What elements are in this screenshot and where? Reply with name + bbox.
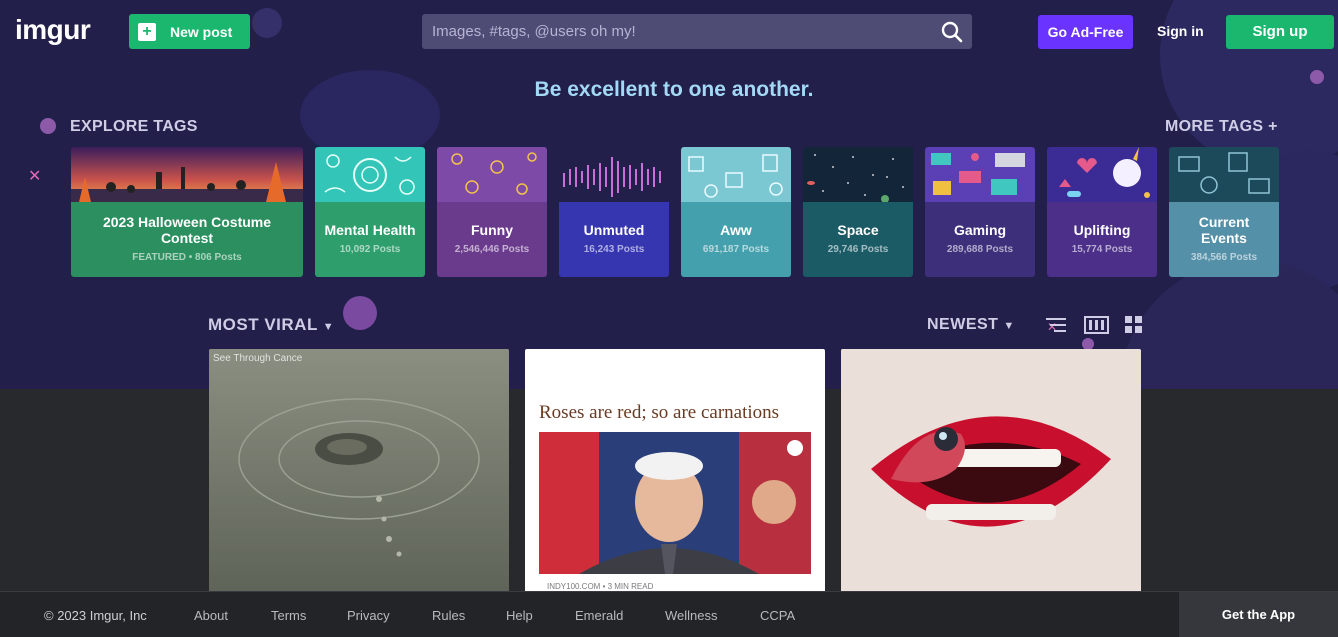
- tag-info: Aww 691,187 Posts: [681, 202, 791, 277]
- tag-card-uplifting[interactable]: Uplifting 15,774 Posts: [1047, 147, 1157, 277]
- tag-posts: 289,688 Posts: [946, 243, 1014, 255]
- source-label: INDY100.COM • 3 MIN READ: [547, 582, 654, 591]
- footer-link-rules[interactable]: Rules: [432, 608, 465, 623]
- search-input[interactable]: [422, 14, 932, 49]
- post-card[interactable]: See Through Cance: [209, 349, 509, 591]
- tag-posts: 384,566 Posts: [1190, 251, 1258, 263]
- search-bar: [422, 14, 972, 49]
- tag-name: Mental Health: [324, 221, 416, 238]
- sort-label: MOST VIRAL: [208, 315, 318, 334]
- tag-card-space[interactable]: Space 29,746 Posts: [803, 147, 913, 277]
- footer-link-about[interactable]: About: [194, 608, 228, 623]
- tagline: Be excellent to one another.: [534, 78, 814, 101]
- meme-caption: Roses are red; so are carnations: [539, 402, 780, 423]
- copyright: © 2023 Imgur, Inc: [44, 608, 147, 623]
- tag-art-halloween: [71, 147, 303, 202]
- get-the-app-button[interactable]: Get the App: [1179, 592, 1338, 637]
- explore-tags-heading: EXPLORE TAGS: [70, 118, 198, 135]
- footer-link-wellness[interactable]: Wellness: [665, 608, 718, 623]
- imgur-logo[interactable]: imgur: [15, 14, 91, 46]
- tag-info: Current Events 384,566 Posts: [1169, 202, 1279, 277]
- sort-options-icon[interactable]: [1045, 315, 1067, 335]
- watermark: See Through Cance: [213, 353, 303, 364]
- tag-art-unmuted: [559, 147, 669, 202]
- chevron-down-icon: ▼: [322, 321, 335, 333]
- footer-link-privacy[interactable]: Privacy: [347, 608, 390, 623]
- tag-card-current-events[interactable]: Current Events 384,566 Posts: [1169, 147, 1279, 277]
- tag-info: Unmuted 16,243 Posts: [559, 202, 669, 277]
- tag-art-current-events: [1169, 147, 1279, 202]
- footer-link-help[interactable]: Help: [506, 608, 533, 623]
- new-post-label: New post: [170, 23, 233, 40]
- footer: © 2023 Imgur, Inc About Terms Privacy Ru…: [0, 591, 1338, 637]
- tag-art-aww: [681, 147, 791, 202]
- tag-art-mental-health: [315, 147, 425, 202]
- tag-card-halloween[interactable]: 2023 Halloween Costume Contest FEATURED …: [71, 147, 303, 277]
- sign-up-button[interactable]: Sign up: [1226, 15, 1334, 49]
- tag-name: 2023 Halloween Costume Contest: [102, 213, 272, 246]
- post-card[interactable]: Roses are red; so are carnations INDY100…: [525, 349, 825, 591]
- go-ad-free-button[interactable]: Go Ad-Free: [1038, 15, 1133, 49]
- tag-name: Uplifting: [1073, 221, 1131, 238]
- tag-info: Uplifting 15,774 Posts: [1047, 202, 1157, 277]
- sign-in-link[interactable]: Sign in: [1157, 23, 1204, 39]
- tag-card-funny[interactable]: Funny 2,546,446 Posts: [437, 147, 547, 277]
- tag-info: Space 29,746 Posts: [803, 202, 913, 277]
- sort-dropdown[interactable]: MOST VIRAL ▼: [208, 315, 334, 335]
- decor-bubble: [343, 296, 377, 330]
- tag-posts: 691,187 Posts: [702, 243, 770, 255]
- post-image: [841, 349, 1141, 591]
- search-icon[interactable]: [940, 20, 964, 44]
- decor-bubble: [252, 8, 282, 38]
- tag-posts: 16,243 Posts: [583, 243, 645, 255]
- tag-name: Space: [837, 221, 879, 238]
- footer-link-emerald[interactable]: Emerald: [575, 608, 623, 623]
- footer-link-ccpa[interactable]: CCPA: [760, 608, 795, 623]
- footer-link-terms[interactable]: Terms: [271, 608, 306, 623]
- tag-name: Funny: [471, 221, 513, 238]
- tag-art-gaming: [925, 147, 1035, 202]
- waterfall-grid-icon[interactable]: [1123, 315, 1145, 335]
- chevron-down-icon: ▼: [1003, 320, 1015, 332]
- tag-art-space: [803, 147, 913, 202]
- post-image: [209, 349, 509, 591]
- tag-card-aww[interactable]: Aww 691,187 Posts: [681, 147, 791, 277]
- post-card[interactable]: [841, 349, 1141, 591]
- hero-banner: ✕ ✕ imgur + New post Go Ad-Free Sign in …: [0, 0, 1338, 389]
- tag-name: Aww: [720, 221, 752, 238]
- tag-name: Unmuted: [583, 221, 645, 238]
- tag-posts: 2,546,446 Posts: [454, 243, 530, 255]
- tag-info: Funny 2,546,446 Posts: [437, 202, 547, 277]
- tag-card-mental-health[interactable]: Mental Health 10,092 Posts: [315, 147, 425, 277]
- tag-card-unmuted[interactable]: Unmuted 16,243 Posts: [559, 147, 669, 277]
- tag-posts: 10,092 Posts: [339, 243, 401, 255]
- order-label: NEWEST: [927, 316, 999, 333]
- order-dropdown[interactable]: NEWEST ▼: [927, 316, 1015, 334]
- tag-posts: 15,774 Posts: [1071, 243, 1133, 255]
- tag-info: 2023 Halloween Costume Contest FEATURED …: [71, 202, 303, 277]
- tag-art-uplifting: [1047, 147, 1157, 202]
- tag-info: Mental Health 10,092 Posts: [315, 202, 425, 277]
- tag-name: Current Events: [1198, 213, 1250, 246]
- post-image: [539, 432, 811, 574]
- plus-icon: +: [138, 22, 156, 41]
- new-post-button[interactable]: + New post: [129, 14, 250, 49]
- tag-info: Gaming 289,688 Posts: [925, 202, 1035, 277]
- uniform-grid-icon[interactable]: [1084, 315, 1109, 335]
- tag-posts: FEATURED • 806 Posts: [132, 251, 242, 263]
- tag-posts: 29,746 Posts: [827, 243, 889, 255]
- tag-art-funny: [437, 147, 547, 202]
- decor-sparkle: ✕: [28, 168, 42, 185]
- tag-name: Gaming: [953, 221, 1007, 238]
- more-tags-link[interactable]: MORE TAGS +: [1165, 118, 1278, 136]
- decor-bubble: [40, 118, 56, 134]
- decor-bubble: [1120, 260, 1338, 389]
- tag-card-gaming[interactable]: Gaming 289,688 Posts: [925, 147, 1035, 277]
